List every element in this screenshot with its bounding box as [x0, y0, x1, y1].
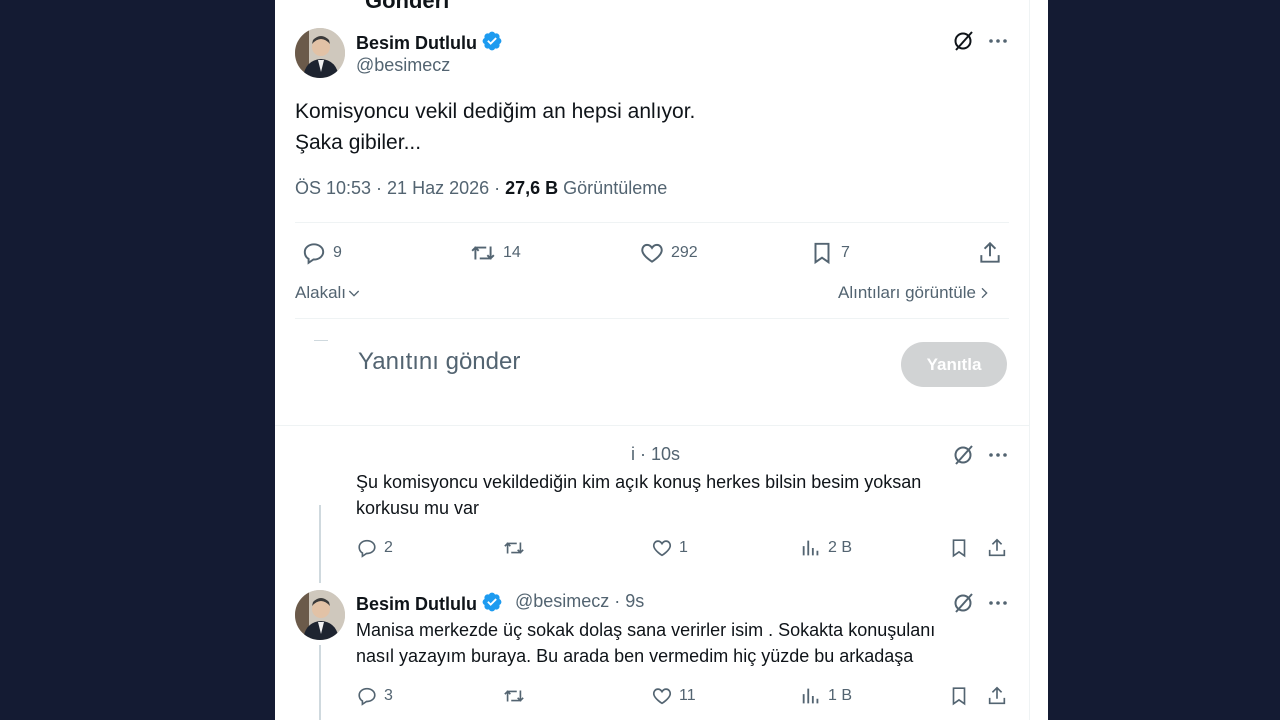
like-button[interactable]: 292	[639, 240, 698, 266]
views-count: 2 B	[828, 539, 853, 556]
views-label: Görüntüleme	[558, 178, 668, 198]
reply-submit-button[interactable]: Yanıtla	[901, 342, 1007, 387]
retweet-button[interactable]: 14	[469, 240, 521, 266]
retweet-button[interactable]	[502, 537, 532, 559]
like-icon	[652, 540, 672, 557]
reply-icon	[358, 687, 376, 706]
retweet-icon	[504, 542, 524, 554]
tweet-text-line: Komisyoncu vekil dediğim an hepsi anlıyo…	[295, 100, 696, 123]
views-button[interactable]: 1 B	[800, 685, 852, 707]
grok-icon[interactable]	[952, 29, 976, 53]
verified-badge-icon	[482, 592, 502, 612]
thread-line	[319, 645, 321, 720]
retweet-icon	[471, 246, 495, 260]
bookmark-count: 7	[841, 244, 850, 261]
tweet-meta: ÖS 10:53 · 21 Haz 2026 · 27,6 B Görüntül…	[295, 178, 667, 199]
bookmark-icon	[952, 687, 966, 706]
share-icon	[988, 538, 1006, 557]
retweet-button[interactable]	[502, 685, 532, 707]
author-name[interactable]: Besim Dutlulu	[356, 30, 503, 54]
reply-text-line: Şu komisyoncu vekildediğin kim açık konu…	[356, 472, 922, 492]
sort-label: Alakalı	[295, 283, 347, 302]
author-name-text: Besim Dutlulu	[356, 594, 478, 614]
divider	[295, 318, 1009, 319]
tweet-text: Komisyoncu vekil dediğim an hepsi anlıyo…	[295, 96, 695, 158]
page-title: Gönderi	[365, 0, 450, 13]
retweet-count: 14	[503, 244, 521, 261]
like-count: 1	[679, 539, 688, 556]
reply-text-line: nasıl yazayım buraya. Bu arada ben verme…	[356, 646, 914, 666]
chevron-right-icon	[981, 287, 988, 299]
like-button[interactable]: 1	[651, 537, 688, 559]
views-count: 27,6 B	[505, 178, 559, 198]
reply-text-line: korkusu mu var	[356, 498, 480, 518]
avatar[interactable]	[295, 590, 345, 640]
share-button[interactable]	[977, 240, 1009, 266]
bookmark-button[interactable]	[948, 537, 976, 559]
bookmark-button[interactable]: 7	[809, 240, 850, 266]
reply-icon	[303, 243, 325, 265]
like-count: 11	[679, 687, 696, 704]
view-quotes-label: Alıntıları görüntüle	[838, 283, 976, 302]
retweet-icon	[504, 690, 524, 702]
bookmark-button[interactable]	[948, 685, 976, 707]
reply-button[interactable]: 2	[356, 537, 393, 559]
share-icon	[988, 686, 1006, 705]
author-name[interactable]: Besim Dutlulu	[356, 591, 503, 615]
reply-text: Şu komisyoncu vekildediğin kim açık konu…	[356, 469, 921, 521]
share-button[interactable]	[986, 537, 1014, 559]
reply-button[interactable]: 9	[301, 240, 342, 266]
more-icon[interactable]	[986, 29, 1010, 53]
reply-count: 9	[333, 244, 342, 261]
thread-line	[319, 505, 321, 583]
bookmark-icon	[814, 242, 830, 265]
divider	[275, 425, 1029, 426]
bookmark-icon	[952, 539, 966, 558]
grok-icon[interactable]	[952, 591, 976, 615]
column-border	[1029, 0, 1030, 720]
reply-text: Manisa merkezde üç sokak dolaş sana veri…	[356, 617, 935, 669]
like-icon	[641, 243, 663, 263]
views-icon	[802, 540, 819, 556]
composer-avatar-edge	[314, 340, 328, 341]
avatar[interactable]	[295, 28, 345, 78]
tweet-text-line: Şaka gibiler...	[295, 131, 422, 154]
like-count: 292	[671, 244, 698, 261]
reply-input[interactable]: Yanıtını gönder	[358, 348, 520, 376]
divider	[295, 222, 1009, 223]
chevron-down-icon	[348, 290, 360, 297]
more-icon[interactable]	[986, 591, 1010, 615]
like-icon	[652, 688, 672, 705]
verified-badge-icon	[482, 31, 502, 51]
author-name-text: Besim Dutlulu	[356, 33, 478, 53]
reply-icon	[358, 539, 376, 558]
share-icon	[980, 241, 1000, 263]
view-quotes-link[interactable]: Alıntıları görüntüle	[838, 283, 992, 303]
author-handle-time[interactable]: @besimecz · 9s	[515, 591, 644, 612]
tweet-time[interactable]: ÖS 10:53 · 21 Haz 2026 ·	[295, 178, 505, 198]
reply-count: 3	[384, 687, 393, 704]
sort-dropdown[interactable]: Alakalı	[295, 283, 362, 303]
like-button[interactable]: 11	[651, 685, 696, 707]
views-count: 1 B	[828, 687, 853, 704]
reply-text-line: Manisa merkezde üç sokak dolaş sana veri…	[356, 620, 936, 640]
author-handle[interactable]: @besimecz	[356, 55, 450, 76]
views-button[interactable]: 2 B	[800, 537, 852, 559]
reply-button[interactable]: 3	[356, 685, 393, 707]
views-icon	[802, 688, 819, 704]
more-icon[interactable]	[986, 443, 1010, 467]
grok-icon[interactable]	[952, 443, 976, 467]
share-button[interactable]	[986, 685, 1014, 707]
reply-count: 2	[384, 539, 393, 556]
reply-time[interactable]: i · 10s	[631, 444, 680, 465]
